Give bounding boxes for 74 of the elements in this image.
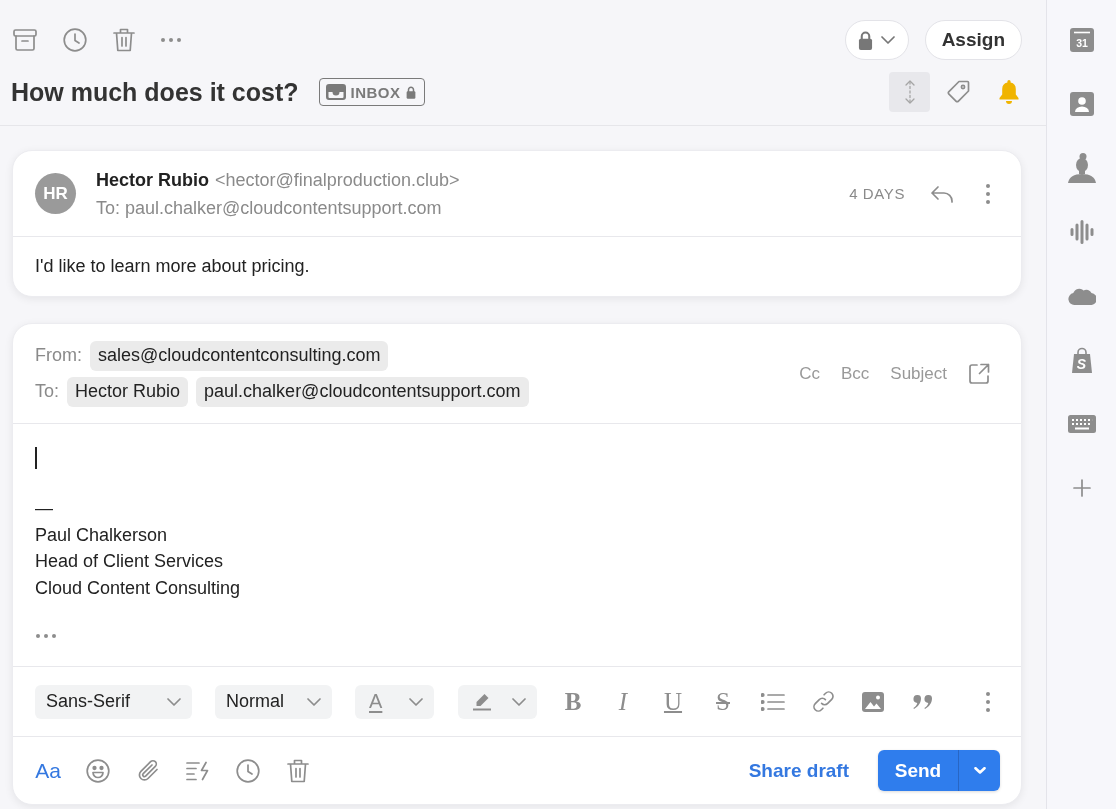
header-field-link[interactable]: Cc (799, 363, 820, 384)
bulleted-list-icon[interactable] (761, 692, 785, 711)
signature-line: Paul Chalkerson (35, 523, 168, 547)
waveform-icon[interactable] (1069, 220, 1094, 244)
conversation-title: How much does it cost? (11, 77, 299, 107)
recipient-chip[interactable]: Hector Rubio (67, 376, 189, 407)
more-icon[interactable] (161, 38, 181, 42)
message-body-field[interactable]: — Paul Chalkerson Head of Client Services Cloud Content Consulting (13, 424, 1021, 667)
message-time: 4 DAYS (849, 185, 905, 202)
inbox-tray-icon (325, 84, 346, 100)
sender-avatar: HR (35, 173, 76, 214)
sender-email: <hector@finalproduction.club> (215, 169, 460, 190)
trash-icon[interactable] (113, 28, 135, 52)
chevron-down-icon (307, 697, 321, 706)
inbox-tag[interactable]: INBOX (318, 78, 425, 106)
signature-line: Cloud Content Consulting (35, 576, 241, 600)
archive-icon[interactable] (13, 29, 37, 51)
chevron-down-icon (881, 36, 896, 44)
pop-out-icon[interactable] (968, 362, 990, 385)
vertical-arrows-icon (903, 79, 916, 105)
contact-card-icon[interactable] (1069, 92, 1094, 116)
tag-icon[interactable] (946, 80, 970, 104)
share-draft-link[interactable]: Share draft (748, 759, 849, 782)
more-icon[interactable] (986, 183, 990, 204)
font-size-dropdown[interactable]: Normal (215, 684, 332, 719)
clock-icon[interactable] (63, 28, 87, 52)
keyboard-icon[interactable] (1067, 415, 1096, 433)
plus-icon[interactable] (1072, 479, 1091, 497)
ellipsis-icon[interactable] (36, 634, 56, 638)
tag-label: INBOX (350, 83, 401, 101)
reply-icon[interactable] (930, 184, 954, 203)
trash-icon[interactable] (287, 758, 309, 783)
link-icon[interactable] (811, 690, 835, 713)
bell-icon[interactable] (998, 80, 1020, 104)
header-field-link[interactable]: Bcc (840, 363, 870, 384)
highlighter-icon (472, 692, 492, 711)
chevron-down-icon (409, 697, 423, 706)
send-button[interactable]: Send (878, 750, 958, 791)
chevron-down-icon (167, 697, 181, 706)
sender-address-chip[interactable]: sales@cloudcontentconsulting.com (90, 340, 389, 371)
paperclip-icon[interactable] (137, 758, 159, 783)
from-label: From: (35, 345, 82, 366)
message-body: I'd like to learn more about pricing. (35, 256, 310, 277)
send-options-button[interactable] (958, 750, 1000, 791)
cloud-icon[interactable] (1067, 287, 1096, 305)
text-format-button[interactable]: Aa (35, 758, 61, 783)
underline-button[interactable]: U (663, 689, 683, 714)
highlight-color-dropdown[interactable] (458, 684, 537, 719)
signature-line: Head of Client Services (35, 550, 224, 573)
font-family-dropdown[interactable]: Sans-Serif (35, 684, 192, 719)
recipient-line: To: paul.chalker@cloudcontentsupport.com (96, 197, 442, 218)
header-field-link[interactable]: Subject (890, 363, 947, 384)
lines-lightning-icon[interactable] (186, 760, 210, 781)
lock-icon (858, 30, 874, 50)
strike-button[interactable]: S (716, 689, 730, 714)
privacy-dropdown[interactable] (844, 20, 909, 60)
assign-button[interactable]: Assign (924, 20, 1022, 60)
image-icon[interactable] (862, 691, 884, 712)
sender-name: Hector Rubio (96, 169, 209, 190)
text-cursor (35, 447, 37, 469)
italic-button[interactable]: I (618, 689, 628, 714)
chevron-down-icon (512, 697, 526, 706)
clock-icon[interactable] (236, 758, 260, 783)
bold-button[interactable]: B (564, 689, 582, 714)
text-color-dropdown[interactable]: A (355, 684, 434, 719)
chevron-down-icon (973, 767, 986, 774)
to-label: To: (35, 381, 59, 402)
signature-line: — (35, 497, 53, 520)
smiley-icon[interactable] (86, 758, 110, 783)
quote-icon[interactable] (913, 694, 933, 709)
calendar-icon[interactable]: 31 (1069, 28, 1094, 52)
recipient-chip[interactable]: paul.chalker@cloudcontentsupport.com (196, 376, 529, 407)
person-silhouette-icon[interactable] (1067, 153, 1096, 183)
more-icon[interactable] (986, 691, 990, 712)
